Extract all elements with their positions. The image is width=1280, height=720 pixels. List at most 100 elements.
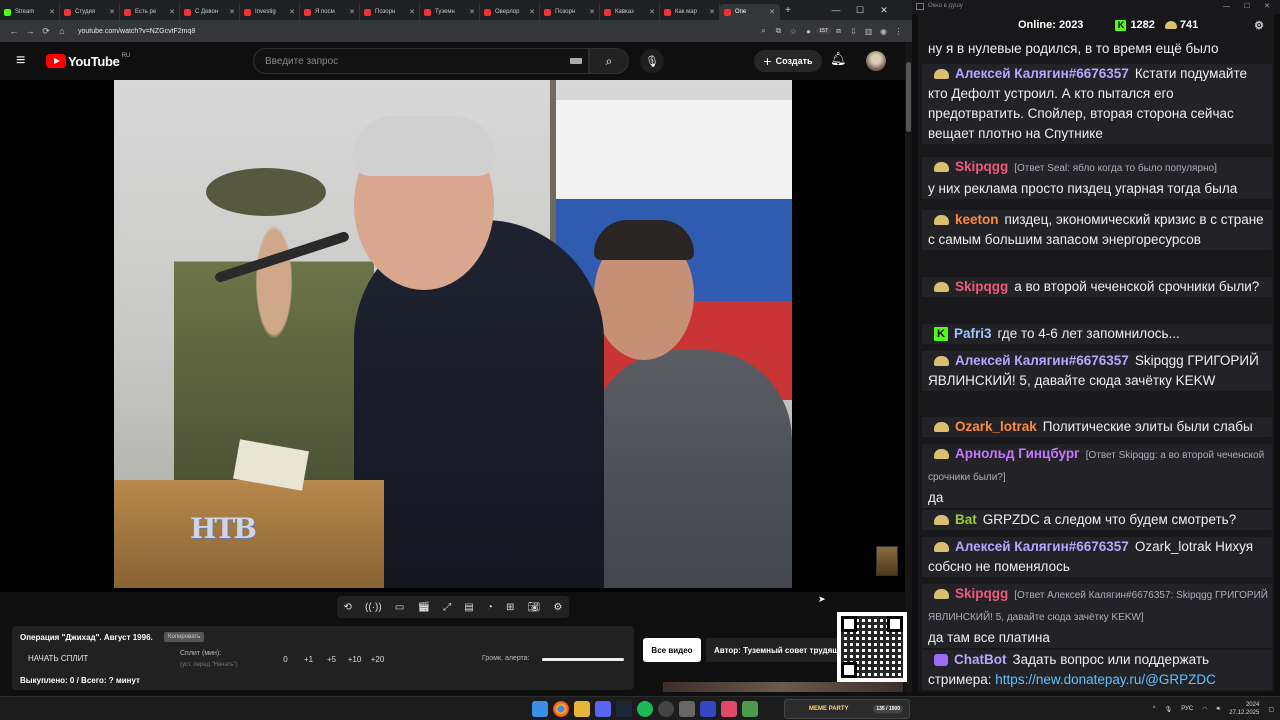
browser-tab[interactable]: Кавказ ✕ <box>600 4 660 20</box>
video-frame[interactable]: НТВ <box>114 80 792 588</box>
chat-username[interactable]: ChatBot <box>954 652 1007 667</box>
chat-username[interactable]: Ozark_lotrak <box>955 419 1037 434</box>
notifications-bell-icon[interactable]: 🔔︎ <box>830 51 847 67</box>
tab-close-icon[interactable]: ✕ <box>109 8 115 16</box>
split-value-0[interactable]: 0 <box>274 655 297 664</box>
browser-tab[interactable]: Опе ✕ <box>720 4 780 20</box>
new-tab-icon[interactable]: + <box>780 5 796 16</box>
tab-close-icon[interactable]: ✕ <box>649 8 655 16</box>
tray-chevron-icon[interactable]: ^ <box>1153 706 1156 712</box>
add-clip-icon[interactable]: ⊞ <box>506 602 514 613</box>
chat-username[interactable]: Алексей Калягин#6676357 <box>955 353 1129 368</box>
app-icon[interactable] <box>679 701 695 717</box>
all-videos-button[interactable]: Все видео <box>643 638 701 662</box>
extension-badge[interactable]: 157 <box>816 28 831 34</box>
spotify-icon[interactable] <box>637 701 653 717</box>
loop-icon[interactable]: ⟲ <box>344 602 352 613</box>
start-split-button[interactable]: НАЧАТЬ СПЛИТ <box>28 654 88 663</box>
browser-tab[interactable]: С Девон ✕ <box>180 4 240 20</box>
mic-tray-icon[interactable]: 🎙︎ <box>1165 706 1173 713</box>
cast-icon[interactable]: ⧉ <box>771 26 786 36</box>
maximize-button[interactable]: ☐ <box>848 0 872 20</box>
tab-close-icon[interactable]: ✕ <box>169 8 175 16</box>
back-icon[interactable]: ← <box>6 26 22 36</box>
youtube-logo[interactable]: YouTube RU <box>46 53 130 69</box>
copy-button[interactable]: Копировать <box>164 632 205 642</box>
chat-username[interactable]: Skipqgg <box>955 586 1008 601</box>
search-button[interactable]: ⌕ <box>589 48 629 74</box>
home-icon[interactable]: ⌂ <box>54 26 70 36</box>
alert-volume-slider[interactable] <box>542 658 624 661</box>
scrollbar-thumb[interactable] <box>906 62 911 132</box>
split-plus-10-button[interactable]: +10 <box>343 655 366 664</box>
chrome-icon[interactable] <box>553 701 569 717</box>
game-widget[interactable]: MEME PARTY 135 / 1500 <box>784 699 910 719</box>
tab-close-icon[interactable]: ✕ <box>469 8 475 16</box>
corner-thumbnail[interactable] <box>876 546 898 576</box>
sidebar-icon[interactable]: ▥ <box>861 27 876 36</box>
split-plus-5-button[interactable]: +5 <box>320 655 343 664</box>
voice-search-button[interactable]: 🎙︎ <box>640 49 664 73</box>
menu-icon[interactable]: ⋮ <box>891 27 906 36</box>
browser-tab[interactable]: Туземн ✕ <box>420 4 480 20</box>
tab-close-icon[interactable]: ✕ <box>529 8 535 16</box>
tab-close-icon[interactable]: ✕ <box>229 8 235 16</box>
zoom-icon[interactable]: ⌕ <box>756 26 771 36</box>
camera-icon[interactable]: 📷︎ <box>528 602 541 613</box>
account-icon[interactable]: ◉ <box>876 27 891 36</box>
chat-username[interactable]: Skipqgg <box>955 159 1008 174</box>
obs-icon[interactable] <box>658 701 674 717</box>
search-input[interactable]: Введите запрос <box>253 48 589 74</box>
chat-username[interactable]: Алексей Калягин#6676357 <box>955 66 1129 81</box>
extensions-icon[interactable]: ⧈ <box>831 26 846 36</box>
chat-username[interactable]: Алексей Калягин#6676357 <box>955 539 1129 554</box>
donate-link[interactable]: https://new.donatepay.ru/@GRPZDC <box>995 672 1216 687</box>
broadcast-icon[interactable]: ((·)) <box>365 602 382 613</box>
keyboard-icon[interactable] <box>570 58 582 64</box>
minimize-button[interactable]: — <box>824 0 848 20</box>
tab-close-icon[interactable]: ✕ <box>409 8 415 16</box>
tab-close-icon[interactable]: ✕ <box>589 8 595 16</box>
speed-icon[interactable]: ◔ <box>487 602 493 613</box>
language-indicator[interactable]: РУС <box>1181 706 1193 712</box>
resize-icon[interactable]: ⤢ <box>443 602 451 613</box>
chat-settings-icon[interactable]: ⚙ <box>1254 19 1264 32</box>
hamburger-menu-icon[interactable]: ≡ <box>16 52 34 70</box>
editor-icon[interactable] <box>721 701 737 717</box>
windows-start-icon[interactable] <box>532 701 548 717</box>
browser-tab[interactable]: Investig ✕ <box>240 4 300 20</box>
chat-username[interactable]: Skipqgg <box>955 279 1008 294</box>
split-plus-1-button[interactable]: +1 <box>297 655 320 664</box>
browser-tab[interactable]: Как мар ✕ <box>660 4 720 20</box>
tab-close-icon[interactable]: ✕ <box>769 8 775 16</box>
browser-tab[interactable]: Студия ✕ <box>60 4 120 20</box>
folder-icon[interactable] <box>574 701 590 717</box>
avatar[interactable] <box>866 51 886 71</box>
clapper-icon[interactable]: 🎬︎ <box>417 602 430 613</box>
clock[interactable]: 2024 27.12.2025 <box>1229 701 1259 717</box>
discord-icon[interactable] <box>595 701 611 717</box>
settings-gear-icon[interactable]: ⚙ <box>553 602 562 613</box>
chat-username[interactable]: Арнольд Гинцбург <box>955 446 1080 461</box>
player-icon[interactable] <box>700 701 716 717</box>
browser-tab[interactable]: Я посм ✕ <box>300 4 360 20</box>
browser-tab[interactable]: Позорн ✕ <box>540 4 600 20</box>
screen-icon[interactable]: ▭ <box>395 602 404 613</box>
steam-icon[interactable] <box>616 701 632 717</box>
browser-tab[interactable]: Есть ре ✕ <box>120 4 180 20</box>
create-button[interactable]: + Создать <box>754 50 822 72</box>
page-scrollbar[interactable] <box>905 42 912 692</box>
reload-icon[interactable]: ⟳ <box>38 26 54 37</box>
close-window-button[interactable]: ✕ <box>872 0 896 20</box>
thumbnail-strip[interactable] <box>663 682 903 692</box>
chat-username[interactable]: Bat <box>955 512 977 527</box>
filmstrip-icon[interactable]: ▤ <box>464 602 473 613</box>
split-plus-20-button[interactable]: +20 <box>366 655 389 664</box>
tab-close-icon[interactable]: ✕ <box>349 8 355 16</box>
browser-tab[interactable]: Оверлор ✕ <box>480 4 540 20</box>
forward-icon[interactable]: → <box>22 26 38 36</box>
url-field[interactable]: youtube.com/watch?v=NZGcvtF2mq8 <box>78 28 756 35</box>
chat-username[interactable]: Pafri3 <box>954 326 992 341</box>
browser-tab[interactable]: Позорн ✕ <box>360 4 420 20</box>
chat-window-controls[interactable]: — ☐ ✕ <box>1223 2 1276 10</box>
